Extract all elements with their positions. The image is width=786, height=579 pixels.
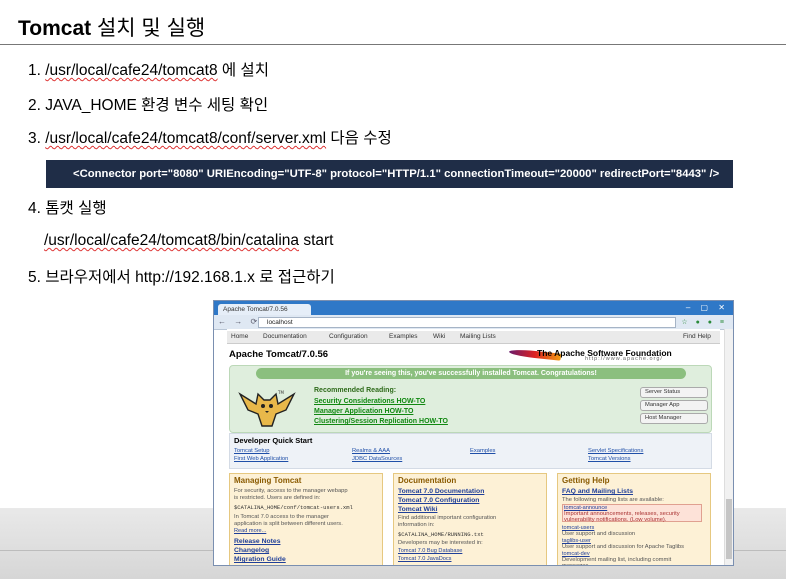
link-faq-mailing-lists[interactable]: FAQ and Mailing Lists [562, 488, 633, 495]
link-bug-database[interactable]: Tomcat 7.0 Bug Database [398, 548, 462, 554]
nav-mailing-lists[interactable]: Mailing Lists [460, 333, 496, 340]
link-release-notes[interactable]: Release Notes [234, 538, 280, 545]
link-clustering-howto[interactable]: Clustering/Session Replication HOW-TO [314, 418, 448, 425]
doc-text-1: Find additional important configuration [398, 515, 497, 521]
doc-code: $CATALINA_HOME/RUNNING.txt [398, 531, 484, 538]
step-2: 2. JAVA_HOME 환경 변수 세팅 확인 [28, 93, 268, 115]
slide-header: Tomcat 설치 및 실행 [0, 0, 786, 45]
link-security-howto[interactable]: Security Considerations HOW-TO [314, 398, 425, 405]
link-tomcat-docs[interactable]: Tomcat 7.0 Documentation [398, 488, 484, 495]
step-text: JAVA_HOME 환경 변수 세팅 확인 [45, 97, 269, 114]
nav-find-help[interactable]: Find Help [683, 333, 711, 340]
link-javadocs[interactable]: Tomcat 7.0 JavaDocs [398, 556, 451, 562]
step-path: /usr/local/cafe24/tomcat8 [45, 62, 218, 79]
link-changelog[interactable]: Changelog [234, 547, 269, 554]
nav-configuration[interactable]: Configuration [329, 333, 368, 340]
browser-tab[interactable]: Apache Tomcat/7.0.56 [218, 304, 311, 315]
svg-text:TM: TM [277, 390, 284, 395]
tomcat-logo-icon: TM [238, 390, 296, 427]
announce-text-2: vulnerability notifications. (Low volume… [564, 517, 667, 523]
step-5: 5. 브라우저에서 http://192.168.1.x 로 접근하기 [28, 265, 335, 287]
manager-app-button[interactable]: Manager App [640, 400, 708, 411]
link-read-more[interactable]: Read more... [234, 528, 266, 534]
title-rest: 설치 및 실행 [91, 17, 206, 40]
link-examples[interactable]: Examples [470, 448, 495, 454]
connector-code-block: <Connector port="8080" URIEncoding="UTF-… [46, 160, 733, 188]
step-1: 1. /usr/local/cafe24/tomcat8 에 설치 [28, 58, 269, 80]
step-4: 4. 톰캣 실행 [28, 196, 107, 218]
success-banner: If you're seeing this, you've successful… [256, 368, 686, 379]
link-realms[interactable]: Realms & AAA [352, 448, 390, 454]
title-bold: Tomcat [18, 17, 92, 40]
documentation-title: Documentation [398, 476, 457, 485]
command-path: /usr/local/cafe24/tomcat8/bin/catalina [44, 232, 300, 249]
link-migration-guide[interactable]: Migration Guide [234, 556, 286, 563]
link-manager-howto[interactable]: Manager Application HOW-TO [314, 408, 413, 415]
nav-arrows-icon[interactable]: ← → ⟳ [218, 317, 260, 326]
users-text: User support and discussion [562, 531, 636, 537]
managing-text-4: application is split between different u… [234, 521, 343, 527]
welcome-panel: If you're seeing this, you've successful… [229, 365, 712, 433]
server-status-button[interactable]: Server Status [640, 387, 708, 398]
command-arg: start [299, 232, 334, 249]
tomcat-nav: Home Documentation Configuration Example… [227, 331, 720, 344]
step-number: 3. [28, 130, 41, 147]
step-number: 1. [28, 62, 41, 79]
tomcat-version-title: Apache Tomcat/7.0.56 [229, 349, 329, 360]
link-jdbc[interactable]: JDBC DataSources [352, 456, 402, 462]
tomcat-page: Home Documentation Configuration Example… [227, 329, 720, 565]
developer-quick-start: Developer Quick Start Tomcat Setup First… [229, 433, 712, 469]
step-text: 톰캣 실행 [45, 200, 107, 217]
asf-url: http://www.apache.org/ [585, 356, 663, 362]
managing-title: Managing Tomcat [234, 476, 302, 485]
dev-quick-start-title: Developer Quick Start [234, 436, 313, 445]
step-number: 4. [28, 200, 41, 217]
step-3: 3. /usr/local/cafe24/tomcat8/conf/server… [28, 126, 392, 148]
doc-text-2: information in: [398, 522, 435, 528]
nav-wiki[interactable]: Wiki [433, 333, 445, 340]
start-command: /usr/local/cafe24/tomcat8/bin/catalina s… [44, 232, 333, 250]
address-bar[interactable]: localhost [258, 317, 676, 328]
tab-title: Apache Tomcat/7.0.56 [223, 306, 288, 313]
nav-examples[interactable]: Examples [389, 333, 418, 340]
browser-titlebar: Apache Tomcat/7.0.56 – ▢ ✕ [214, 301, 733, 315]
browser-screenshot: Apache Tomcat/7.0.56 – ▢ ✕ ← → ⟳ localho… [213, 300, 734, 566]
managing-text-2: is restricted. Users are defined in: [234, 495, 321, 501]
link-tomcat-setup[interactable]: Tomcat Setup [234, 448, 269, 454]
address-row: ← → ⟳ localhost ☆ ● ● ≡ [214, 315, 733, 330]
host-manager-button[interactable]: Host Manager [640, 413, 708, 424]
url-text: localhost [267, 319, 293, 326]
managing-code: $CATALINA_HOME/conf/tomcat-users.xml [234, 504, 353, 511]
step-path: /usr/local/cafe24/tomcat8/conf/server.xm… [45, 130, 327, 147]
scrollbar-thumb[interactable] [726, 499, 732, 559]
link-tomcat-config[interactable]: Tomcat 7.0 Configuration [398, 497, 479, 504]
nav-home[interactable]: Home [231, 333, 248, 340]
doc-text-3: Developers may be interested in: [398, 540, 483, 546]
link-servlet-specs[interactable]: Servlet Specifications [588, 448, 643, 454]
step-number: 2. [28, 97, 41, 114]
page-title: Tomcat 설치 및 실행 [18, 12, 205, 42]
step-text: 브라우저에서 http://192.168.1.x 로 접근하기 [45, 269, 335, 286]
managing-text-1: For security, access to the manager weba… [234, 488, 348, 494]
link-tomcat-versions[interactable]: Tomcat Versions [588, 456, 631, 462]
help-text-1: The following mailing lists are availabl… [562, 497, 664, 503]
recommended-reading-title: Recommended Reading: [314, 387, 397, 394]
taglibs-text: User support and discussion for Apache T… [562, 544, 685, 550]
window-controls-icon[interactable]: – ▢ ✕ [686, 303, 729, 312]
managing-text-3: In Tomcat 7.0 access to the manager [234, 514, 329, 520]
step-text: 에 설치 [217, 62, 269, 79]
step-number: 5. [28, 269, 41, 286]
page-scrollbar[interactable] [724, 329, 733, 565]
documentation-panel: Documentation Tomcat 7.0 Documentation T… [393, 473, 547, 565]
help-title: Getting Help [562, 476, 610, 485]
managing-tomcat-panel: Managing Tomcat For security, access to … [229, 473, 383, 565]
extension-icons[interactable]: ☆ ● ● ≡ [681, 318, 727, 326]
getting-help-panel: Getting Help FAQ and Mailing Lists The f… [557, 473, 711, 566]
connector-code: <Connector port="8080" URIEncoding="UTF-… [73, 168, 720, 180]
link-first-web-app[interactable]: First Web Application [234, 456, 288, 462]
nav-documentation[interactable]: Documentation [263, 333, 307, 340]
dev-text-2: messages [562, 563, 589, 566]
step-text: 다음 수정 [326, 130, 392, 147]
link-tomcat-wiki[interactable]: Tomcat Wiki [398, 506, 437, 513]
